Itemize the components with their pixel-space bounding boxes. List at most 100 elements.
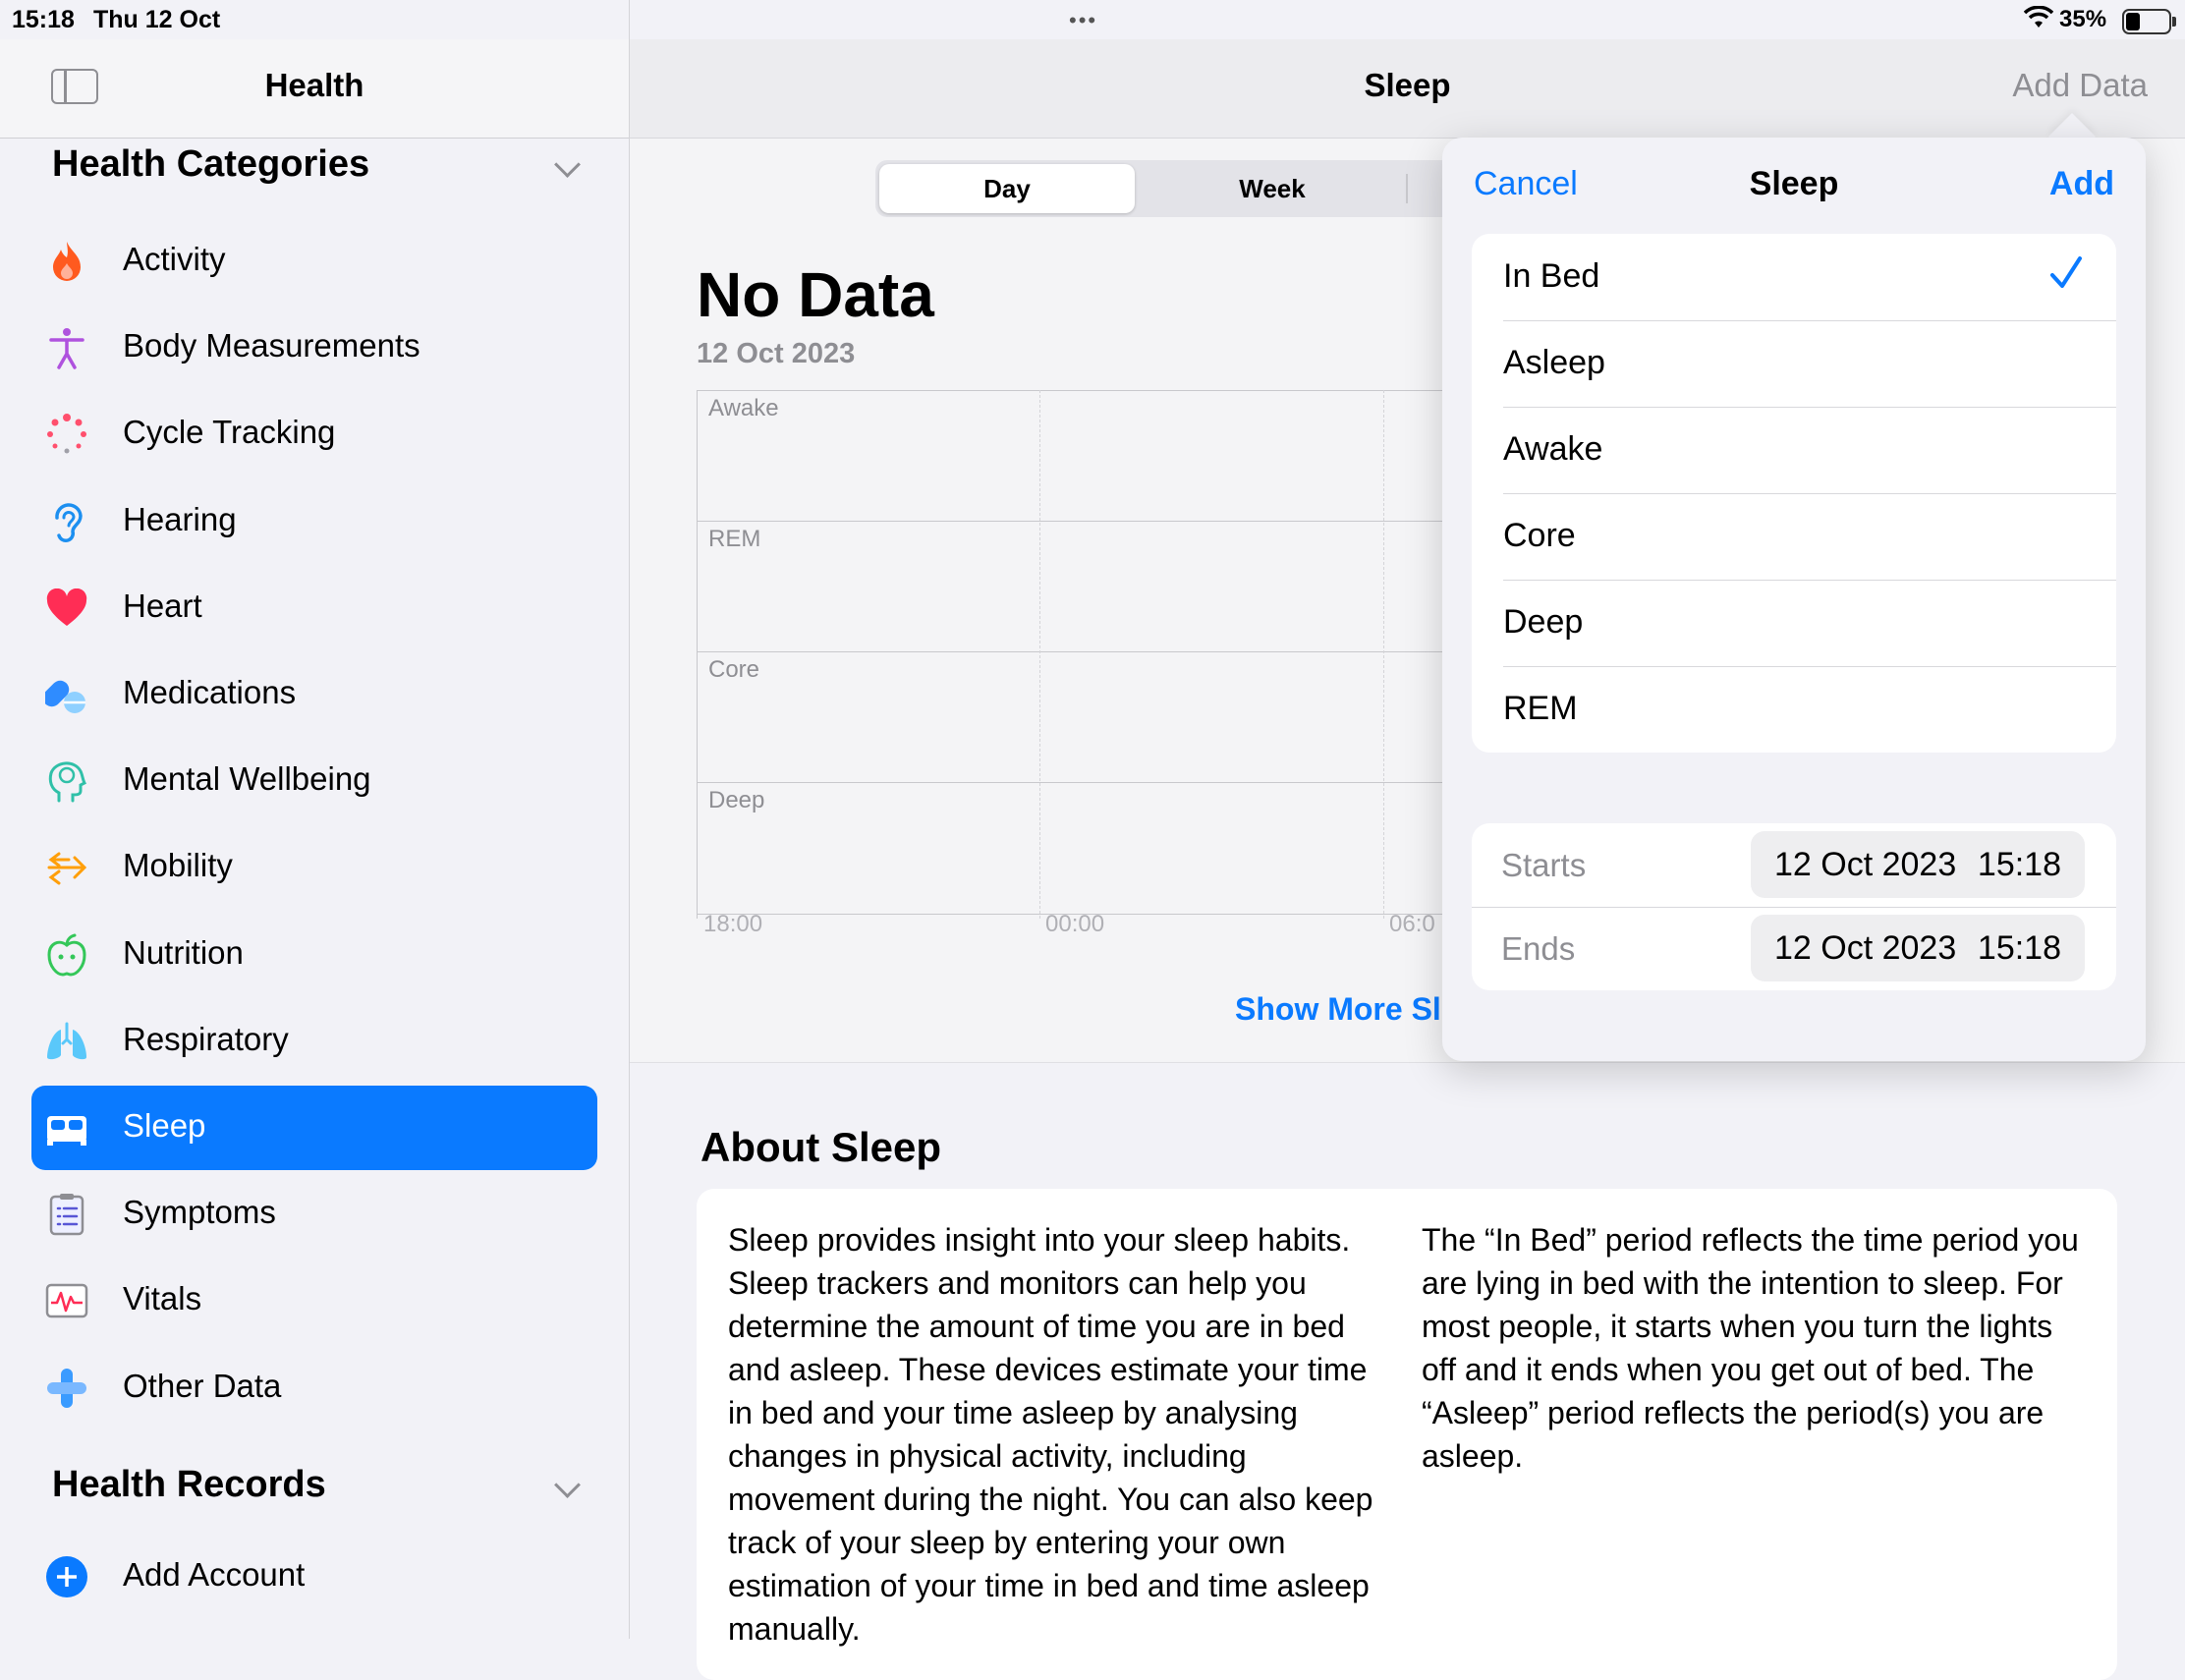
main-header: Sleep Add Data xyxy=(630,39,2185,139)
chart-row-core: Core xyxy=(698,651,1464,783)
sidebar-item-sleep[interactable]: Sleep xyxy=(31,1086,597,1170)
waveform-icon xyxy=(45,1279,88,1322)
sidebar-item-body-measurements[interactable]: Body Measurements xyxy=(31,306,597,390)
battery-percent: 35% xyxy=(2059,6,2107,32)
range-segmented-control[interactable]: Day Week xyxy=(875,160,1465,217)
heart-icon xyxy=(45,587,88,630)
sleep-type-list: In Bed Asleep Awake Core Deep REM xyxy=(1472,234,2116,753)
sidebar-item-mobility[interactable]: Mobility xyxy=(31,825,597,910)
option-label: Awake xyxy=(1503,430,1603,468)
checkmark-icon xyxy=(2050,256,2082,288)
chevron-down-icon[interactable] xyxy=(554,1472,581,1498)
option-rem[interactable]: REM xyxy=(1503,666,2116,753)
wifi-icon xyxy=(2024,6,2053,28)
pills-icon xyxy=(45,673,88,716)
sidebar-item-label: Medications xyxy=(123,674,297,710)
add-button[interactable]: Add xyxy=(2049,165,2114,203)
sleep-stage-chart: Awake REM Core Deep 18:00 00:00 06:0 xyxy=(697,390,1464,937)
sidebar-item-nutrition[interactable]: Nutrition xyxy=(31,913,597,997)
chart-row-awake: Awake xyxy=(698,390,1464,522)
sidebar-item-label: Sleep xyxy=(123,1107,206,1144)
cancel-button[interactable]: Cancel xyxy=(1474,165,1578,203)
sidebar-item-label: Vitals xyxy=(123,1280,202,1317)
starts-label: Starts xyxy=(1501,847,1587,883)
sidebar-item-other-data[interactable]: Other Data xyxy=(31,1346,597,1430)
option-awake[interactable]: Awake xyxy=(1503,407,2116,494)
sidebar-item-label: Hearing xyxy=(123,500,237,537)
segment-week[interactable]: Week xyxy=(1145,164,1400,213)
sidebar-item-hearing[interactable]: Hearing xyxy=(31,479,597,564)
page-title: Sleep xyxy=(1364,67,1451,103)
chart-date: 12 Oct 2023 xyxy=(697,338,856,369)
sidebar: Health Health Categories Activity Body Me… xyxy=(0,0,630,1639)
status-bar: 15:18 Thu 12 Oct ••• 35% xyxy=(0,0,2185,39)
add-data-button[interactable]: Add Data xyxy=(2012,67,2148,104)
starts-time: 15:18 xyxy=(1977,846,2061,883)
sidebar-item-label: Symptoms xyxy=(123,1194,276,1231)
head-icon xyxy=(45,759,88,803)
flame-icon xyxy=(45,240,88,283)
sidebar-item-label: Other Data xyxy=(123,1367,282,1404)
sidebar-item-label: Mobility xyxy=(123,847,233,884)
ends-time: 15:18 xyxy=(1977,929,2061,967)
starts-date: 12 Oct 2023 xyxy=(1774,846,1957,883)
about-text-left: Sleep provides insight into your sleep h… xyxy=(728,1222,1373,1647)
health-categories-title[interactable]: Health Categories xyxy=(52,143,369,186)
sidebar-item-activity[interactable]: Activity xyxy=(31,219,597,304)
sidebar-item-vitals[interactable]: Vitals xyxy=(31,1259,597,1343)
ends-datetime-picker[interactable]: 12 Oct 2023 15:18 xyxy=(1751,915,2085,981)
no-data-heading: No Data xyxy=(697,259,934,330)
add-account-label: Add Account xyxy=(123,1556,306,1593)
segment-day[interactable]: Day xyxy=(879,164,1135,213)
status-date: Thu 12 Oct xyxy=(93,6,221,33)
option-label: REM xyxy=(1503,690,1578,727)
about-title: About Sleep xyxy=(700,1124,942,1170)
chart-row-rem: REM xyxy=(698,521,1464,652)
option-deep[interactable]: Deep xyxy=(1503,580,2116,667)
chevron-down-icon[interactable] xyxy=(554,151,581,178)
sidebar-item-mental-wellbeing[interactable]: Mental Wellbeing xyxy=(31,739,597,823)
segment-divider xyxy=(1406,174,1408,203)
option-asleep[interactable]: Asleep xyxy=(1503,320,2116,408)
sidebar-item-label: Activity xyxy=(123,241,226,277)
option-core[interactable]: Core xyxy=(1503,493,2116,581)
plus-cross-icon xyxy=(45,1367,88,1410)
add-account-button[interactable]: Add Account xyxy=(31,1535,597,1619)
bed-icon xyxy=(45,1106,88,1149)
sidebar-title: Health xyxy=(264,67,364,103)
row-label: Core xyxy=(708,656,760,683)
sidebar-item-heart[interactable]: Heart xyxy=(31,566,597,650)
row-label: REM xyxy=(708,526,761,552)
sidebar-item-symptoms[interactable]: Symptoms xyxy=(31,1172,597,1257)
sidebar-item-medications[interactable]: Medications xyxy=(31,652,597,737)
starts-datetime-picker[interactable]: 12 Oct 2023 15:18 xyxy=(1751,831,2085,898)
sidebar-header: Health xyxy=(0,39,629,139)
sidebar-item-label: Body Measurements xyxy=(123,327,420,364)
multitask-dots[interactable]: ••• xyxy=(1069,8,1097,33)
figure-icon xyxy=(45,326,88,369)
health-records-title[interactable]: Health Records xyxy=(52,1464,326,1506)
about-text-right: The “In Bed” period reflects the time pe… xyxy=(1422,1222,2079,1474)
chart-row-deep: Deep xyxy=(698,782,1464,915)
time-tick: 06:0 xyxy=(1389,911,1435,937)
sidebar-item-cycle-tracking[interactable]: Cycle Tracking xyxy=(31,392,597,476)
sidebar-item-label: Respiratory xyxy=(123,1020,289,1057)
sidebar-item-label: Mental Wellbeing xyxy=(123,760,371,798)
ends-label: Ends xyxy=(1501,930,1576,967)
option-in-bed[interactable]: In Bed xyxy=(1503,234,2116,321)
sidebar-item-label: Nutrition xyxy=(123,933,244,971)
option-label: In Bed xyxy=(1503,257,1600,295)
option-label: Asleep xyxy=(1503,344,1605,381)
add-sleep-popover: Sleep Cancel Add In Bed Asleep Awake Cor… xyxy=(1442,138,2146,1061)
time-range-card: Starts 12 Oct 2023 15:18 Ends 12 Oct 202… xyxy=(1472,823,2116,990)
sidebar-item-label: Heart xyxy=(123,587,202,624)
show-more-link[interactable]: Show More Sl xyxy=(1235,991,1441,1028)
ends-row: Ends 12 Oct 2023 15:18 xyxy=(1472,907,2116,990)
cycle-dots-icon xyxy=(45,413,88,456)
status-time: 15:18 xyxy=(12,6,75,33)
row-label: Awake xyxy=(708,395,779,421)
time-tick: 18:00 xyxy=(703,911,763,937)
arrows-icon xyxy=(45,846,88,889)
sidebar-item-respiratory[interactable]: Respiratory xyxy=(31,999,597,1084)
sidebar-item-label: Cycle Tracking xyxy=(123,414,336,451)
